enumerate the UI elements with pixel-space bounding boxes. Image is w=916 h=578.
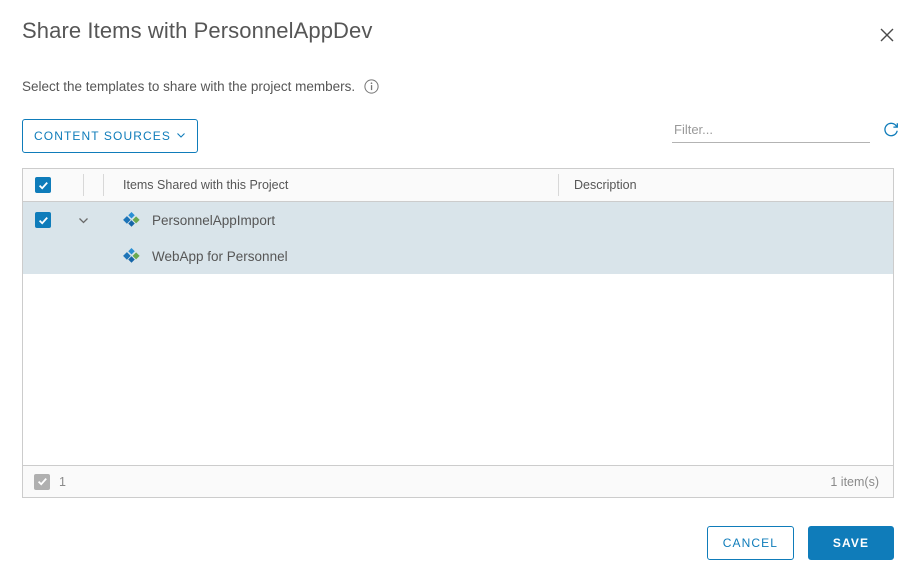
template-icon <box>123 211 141 229</box>
column-divider <box>82 174 84 196</box>
header-expand-spacer <box>63 169 103 201</box>
table-body: PersonnelAppImport WebApp for Personnel <box>23 202 893 465</box>
column-header-description[interactable]: Description <box>558 169 893 201</box>
subtitle-row: Select the templates to share with the p… <box>22 79 379 94</box>
table-header-row: Items Shared with this Project Descripti… <box>23 169 893 202</box>
row-description-cell <box>558 238 893 274</box>
page-title: Share Items with PersonnelAppDev <box>22 18 373 43</box>
column-divider <box>103 174 104 196</box>
subtitle-text: Select the templates to share with the p… <box>22 79 356 94</box>
row-checkbox[interactable] <box>35 212 51 228</box>
row-description-cell <box>558 202 893 238</box>
content-sources-label: CONTENT SOURCES <box>34 129 171 143</box>
table-footer: 1 1 item(s) <box>23 465 893 497</box>
row-expand-cell <box>63 238 103 274</box>
info-icon[interactable] <box>364 79 379 94</box>
row-select-cell <box>23 238 63 274</box>
filter-field-wrapper <box>672 120 870 143</box>
cancel-button[interactable]: CANCEL <box>706 526 794 560</box>
table-row[interactable]: PersonnelAppImport <box>23 202 893 238</box>
chevron-down-icon <box>176 129 186 143</box>
row-name-label: PersonnelAppImport <box>152 212 276 228</box>
save-button[interactable]: SAVE <box>808 526 894 560</box>
share-items-dialog: Share Items with PersonnelAppDev Select … <box>0 0 916 578</box>
select-all-cell <box>23 169 63 201</box>
chevron-down-icon[interactable] <box>73 210 93 230</box>
row-name-cell: WebApp for Personnel <box>103 238 558 274</box>
shared-items-table: Items Shared with this Project Descripti… <box>22 168 894 498</box>
column-header-name-label: Items Shared with this Project <box>123 178 289 192</box>
select-all-checkbox[interactable] <box>35 177 51 193</box>
column-header-description-label: Description <box>574 178 637 192</box>
row-expand-cell <box>63 202 103 238</box>
item-count-label: 1 item(s) <box>830 474 879 489</box>
close-icon[interactable] <box>872 20 902 50</box>
selected-count-label: 1 <box>59 474 66 489</box>
dialog-actions: CANCEL SAVE <box>706 526 894 560</box>
content-sources-dropdown[interactable]: CONTENT SOURCES <box>22 119 198 153</box>
filter-input[interactable] <box>672 120 870 143</box>
table-row[interactable]: WebApp for Personnel <box>23 238 893 274</box>
footer-selection: 1 <box>34 473 66 490</box>
refresh-icon[interactable] <box>880 119 902 141</box>
column-header-name[interactable]: Items Shared with this Project <box>103 169 558 201</box>
row-name-label: WebApp for Personnel <box>152 248 288 264</box>
template-icon <box>123 247 141 265</box>
column-divider <box>558 174 559 196</box>
row-select-cell <box>23 202 63 238</box>
row-name-cell: PersonnelAppImport <box>103 202 558 238</box>
footer-selected-checkbox <box>34 473 50 490</box>
